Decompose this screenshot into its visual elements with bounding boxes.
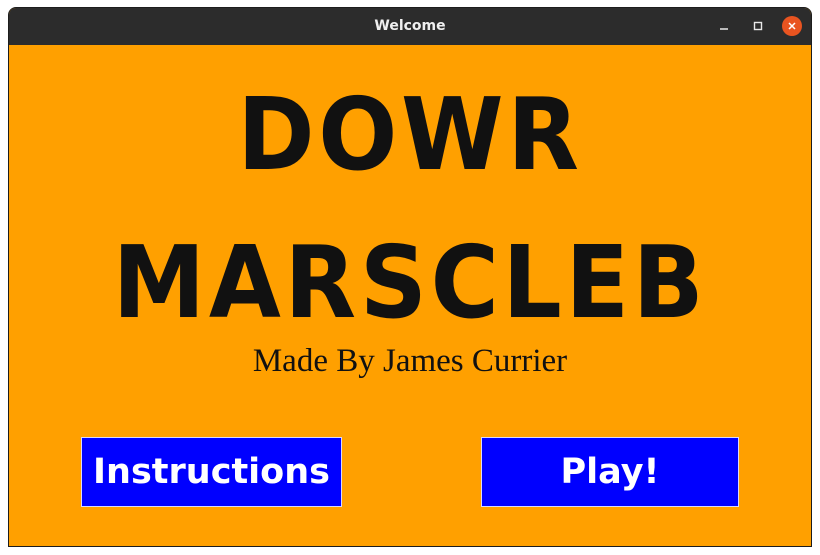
minimize-button[interactable] — [714, 16, 734, 36]
title-bar[interactable]: Welcome — [9, 8, 811, 45]
instructions-button[interactable]: Instructions — [81, 437, 342, 507]
window-title: Welcome — [374, 18, 446, 34]
maximize-icon — [753, 21, 763, 31]
app-window: Welcome DOWR MARSCLEB Made By James Curr… — [9, 8, 811, 546]
welcome-screen: DOWR MARSCLEB Made By James Currier Inst… — [9, 45, 811, 546]
minimize-icon — [720, 28, 728, 30]
author-credit: Made By James Currier — [252, 343, 568, 379]
maximize-button[interactable] — [748, 16, 768, 36]
close-button[interactable] — [782, 16, 802, 36]
play-button[interactable]: Play! — [481, 437, 739, 507]
game-title-line-2: MARSCLEB — [112, 224, 708, 341]
close-icon — [788, 22, 796, 30]
game-title-line-1: DOWR — [237, 76, 583, 193]
